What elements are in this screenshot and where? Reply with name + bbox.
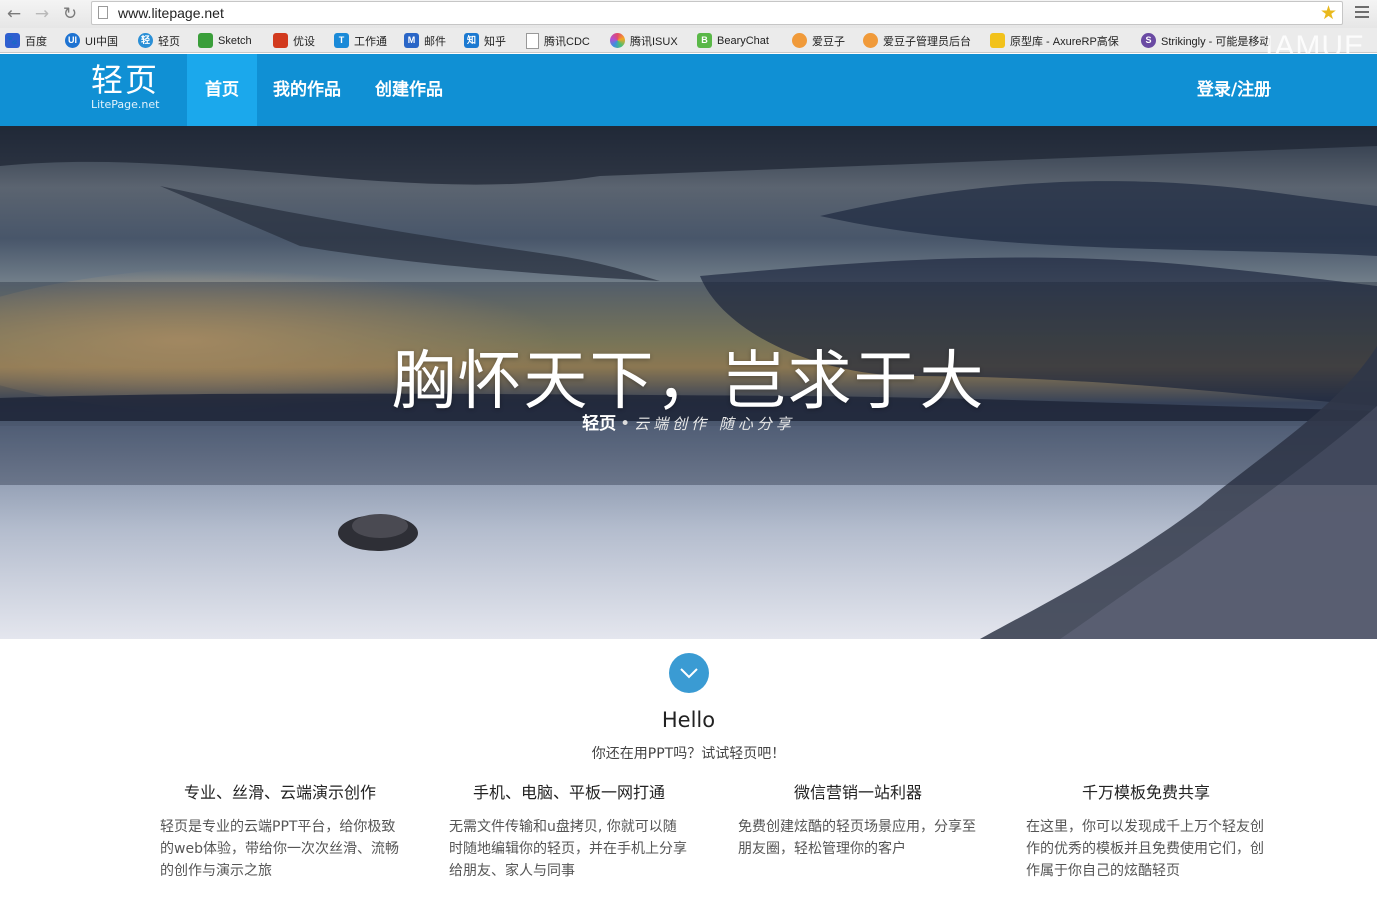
bookmark-gongzuotong[interactable]: T 工作通 xyxy=(334,32,387,49)
bookmark-label: 知乎 xyxy=(484,35,506,48)
intro-hello: Hello xyxy=(661,708,716,732)
bookmark-label: BearyChat xyxy=(717,34,769,47)
feature-description: 免费创建炫酷的轻页场景应用，分享至朋友圈，轻松管理你的客户 xyxy=(738,819,976,857)
page-icon xyxy=(98,6,108,19)
bookmark-litepage[interactable]: 轻轻页 xyxy=(138,32,180,49)
bookmark-label: 工作通 xyxy=(354,35,387,48)
bookmark-label: Sketch xyxy=(218,34,252,47)
forward-arrow-icon[interactable]: → xyxy=(32,4,52,24)
bookmarks-bar: 🐾 百度 UI UI中国 轻轻页 Sketch 优设 T 工作通 M 邮件 知知乎 腾讯… xyxy=(0,28,1377,63)
feature-card: 千万模板免费共享 在这里，你可以发现成千上万个轻友创作的优秀的模板并且免费使用它… xyxy=(1026,782,1266,882)
gongzuotong-icon: T xyxy=(334,33,349,48)
feature-title: 微信营销一站利器 xyxy=(793,783,922,802)
bookmark-uisdc[interactable]: 优设 xyxy=(273,32,315,49)
bearychat-icon: B xyxy=(697,33,712,48)
site-header: 轻页 LitePage.net 首页 我的作品 创建作品 登录/注册 xyxy=(0,54,1377,126)
intro-tagline: 你还在用PPT吗？试试轻页吧！ xyxy=(591,746,786,762)
chevron-down-icon xyxy=(680,668,698,679)
bookmark-label: 邮件 xyxy=(424,35,446,48)
bookmark-aidouzi-admin[interactable]: 爱豆子管理员后台 xyxy=(863,32,971,49)
zhihu-icon: 知 xyxy=(464,33,479,48)
bookmark-isux[interactable]: 腾讯ISUX xyxy=(610,32,678,49)
bookmark-label: UI中国 xyxy=(85,35,118,48)
menu-icon[interactable] xyxy=(1355,6,1369,21)
address-bar[interactable]: www.litepage.net ★ xyxy=(91,1,1343,25)
bookmark-label: Strikingly - 可能是移动 xyxy=(1161,35,1271,48)
feature-title: 千万模板免费共享 xyxy=(1081,783,1210,802)
hero-banner: 胸怀天下，岂求于大 轻页 • 云端创作 随心分享 xyxy=(0,126,1377,639)
isux-icon xyxy=(610,33,625,48)
litepage-icon: 轻 xyxy=(138,33,153,48)
uisdc-icon xyxy=(273,33,288,48)
bookmark-mail[interactable]: M 邮件 xyxy=(404,32,446,49)
bookmark-zhihu[interactable]: 知知乎 xyxy=(464,32,506,49)
feature-card: 手机、电脑、平板一网打通 无需文件传输和u盘拷贝, 你就可以随时随地编辑你的轻页… xyxy=(449,782,689,882)
mail-icon: M xyxy=(404,33,419,48)
bookmark-aidouzi[interactable]: 爱豆子 xyxy=(792,32,845,49)
bookmark-uichina[interactable]: UI UI中国 xyxy=(65,32,118,49)
bookmark-axure[interactable]: 原型库 - AxureRP高保 xyxy=(990,32,1126,49)
page-icon xyxy=(526,32,539,49)
strikingly-icon: S xyxy=(1141,33,1156,48)
nav-my-works[interactable]: 我的作品 xyxy=(268,54,346,126)
uichina-icon: UI xyxy=(65,33,80,48)
scroll-down-button[interactable] xyxy=(669,653,709,693)
bookmark-cdc[interactable]: 腾讯CDC xyxy=(526,32,590,49)
feature-card: 专业、丝滑、云端演示创作 轻页是专业的云端PPT平台，给你极致的web体验，带给… xyxy=(160,782,400,882)
nav-home[interactable]: 首页 xyxy=(187,54,257,126)
hero-separator: • xyxy=(620,414,631,434)
baidu-paw-icon: 🐾 xyxy=(5,33,20,48)
feature-description: 轻页是专业的云端PPT平台，给你极致的web体验，带给你一次次丝滑、流畅的创作与… xyxy=(160,819,399,879)
logo-title: 轻页 xyxy=(91,61,160,99)
bookmark-label: 优设 xyxy=(293,35,315,48)
feature-title: 手机、电脑、平板一网打通 xyxy=(472,783,665,802)
sketch-icon xyxy=(198,33,213,48)
bookmark-sketch[interactable]: Sketch xyxy=(198,32,252,49)
hero-slogan: 云端创作 随心分享 xyxy=(634,415,795,433)
bookmark-bearychat[interactable]: B BearyChat xyxy=(697,32,769,49)
feature-card: 微信营销一站利器 免费创建炫酷的轻页场景应用，分享至朋友圈，轻松管理你的客户 xyxy=(738,782,978,860)
aidouzi-admin-icon xyxy=(863,33,878,48)
feature-description: 无需文件传输和u盘拷贝, 你就可以随时随地编辑你的轻页，并在手机上分享给朋友、家… xyxy=(449,819,687,879)
site-logo[interactable]: 轻页 LitePage.net xyxy=(91,62,159,111)
browser-toolbar: ← → ↻ www.litepage.net ★ xyxy=(0,0,1377,28)
bookmark-label: 百度 xyxy=(25,35,47,48)
nav-create-work[interactable]: 创建作品 xyxy=(370,54,448,126)
login-register-link[interactable]: 登录/注册 xyxy=(1190,54,1278,126)
feature-title: 专业、丝滑、云端演示创作 xyxy=(183,783,376,802)
aidouzi-icon xyxy=(792,33,807,48)
axure-icon xyxy=(990,33,1005,48)
bookmark-baidu[interactable]: 🐾 百度 xyxy=(5,32,47,49)
reload-icon[interactable]: ↻ xyxy=(60,4,80,24)
url-text[interactable]: www.litepage.net xyxy=(118,5,224,21)
bookmark-star-icon[interactable]: ★ xyxy=(1320,2,1337,24)
bookmark-label: 爱豆子 xyxy=(812,35,845,48)
logo-subtitle: LitePage.net xyxy=(91,98,160,111)
bookmark-label: 爱豆子管理员后台 xyxy=(883,35,971,48)
hero-subtitle: 轻页 • 云端创作 随心分享 xyxy=(0,409,1377,434)
bookmark-strikingly[interactable]: S Strikingly - 可能是移动 xyxy=(1141,32,1275,49)
hero-brand: 轻页 xyxy=(582,414,617,434)
bookmark-label: 腾讯CDC xyxy=(544,35,590,48)
bookmark-label: 原型库 - AxureRP高保 xyxy=(1010,35,1119,48)
feature-description: 在这里，你可以发现成千上万个轻友创作的优秀的模板并且免费使用它们，创作属于你自己… xyxy=(1026,819,1264,879)
back-arrow-icon[interactable]: ← xyxy=(4,4,24,24)
bookmark-label: 腾讯ISUX xyxy=(630,35,678,48)
bookmark-label: 轻页 xyxy=(158,35,180,48)
